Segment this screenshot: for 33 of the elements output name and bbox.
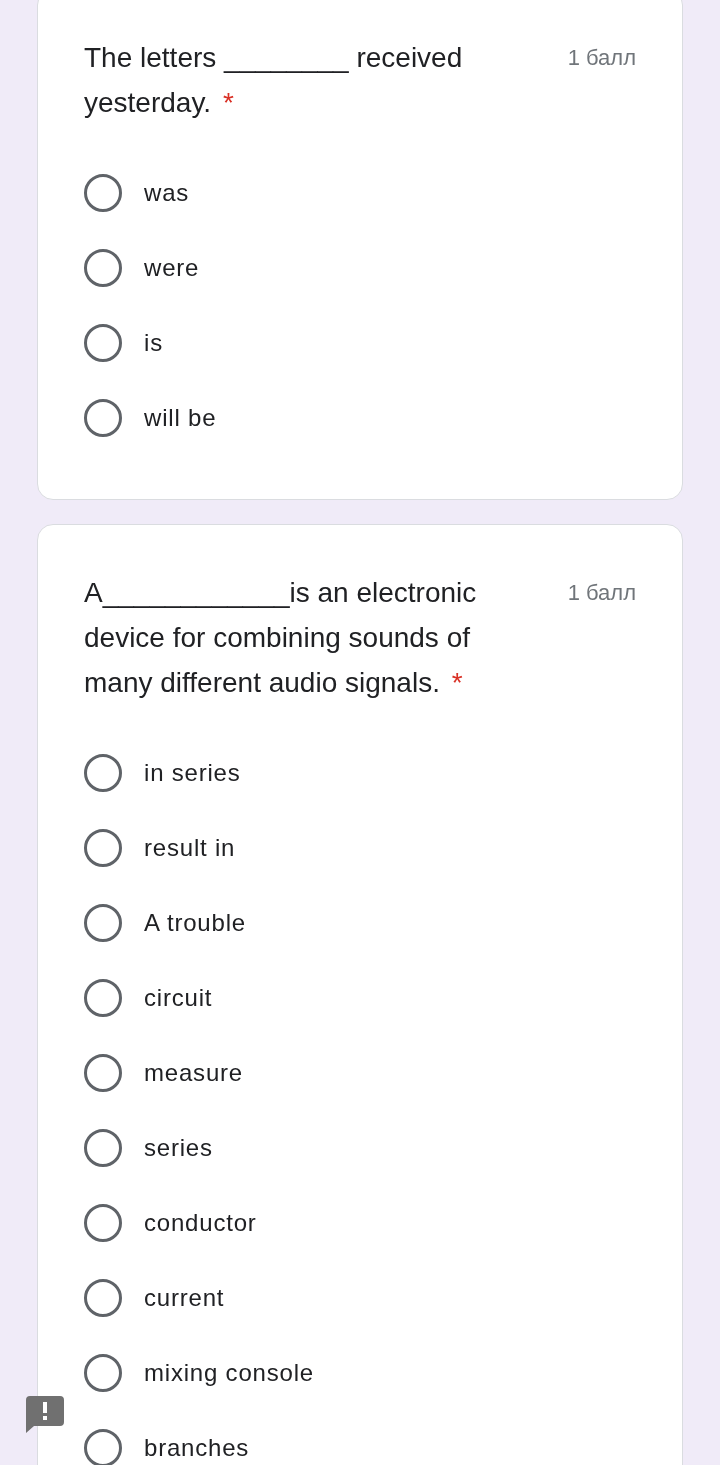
option-label[interactable]: will be [144, 403, 217, 432]
points-label: 1 балл [567, 579, 636, 607]
radio-button[interactable] [84, 978, 122, 1017]
option-label[interactable]: A trouble [144, 908, 246, 937]
option-label[interactable]: current [144, 1283, 225, 1312]
radio-button[interactable] [84, 1203, 122, 1242]
radio-button[interactable] [84, 828, 122, 867]
radio-button[interactable] [84, 323, 122, 362]
radio-button[interactable] [84, 1353, 122, 1392]
radio-button[interactable] [84, 1428, 122, 1465]
radio-button[interactable] [84, 248, 122, 287]
points-label: 1 балл [567, 44, 636, 72]
radio-button[interactable] [84, 173, 122, 212]
radio-button[interactable] [84, 903, 122, 942]
question-text: A____________is an electronic device for combining sounds of many different audio signals. * [84, 576, 478, 700]
option-label[interactable]: circuit [144, 983, 213, 1012]
option-label[interactable]: were [144, 253, 200, 282]
option-label[interactable]: result in [144, 833, 236, 862]
radio-button[interactable] [84, 1053, 122, 1092]
option-label[interactable]: branches [144, 1433, 250, 1462]
exclamation-bubble-icon[interactable] [26, 1396, 64, 1433]
radio-button[interactable] [84, 1278, 122, 1317]
option-label[interactable]: mixing console [144, 1358, 314, 1387]
option-label[interactable]: is [144, 328, 163, 357]
option-label[interactable]: was [144, 178, 190, 207]
option-label[interactable]: in series [144, 758, 241, 787]
radio-button[interactable] [84, 398, 122, 437]
option-label[interactable]: measure [144, 1058, 243, 1087]
question-text: The letters ________ received yesterday. * [84, 41, 464, 120]
option-label[interactable]: conductor [144, 1208, 257, 1237]
option-label[interactable]: series [144, 1133, 213, 1162]
radio-button[interactable] [84, 1128, 122, 1167]
radio-button[interactable] [84, 753, 122, 792]
